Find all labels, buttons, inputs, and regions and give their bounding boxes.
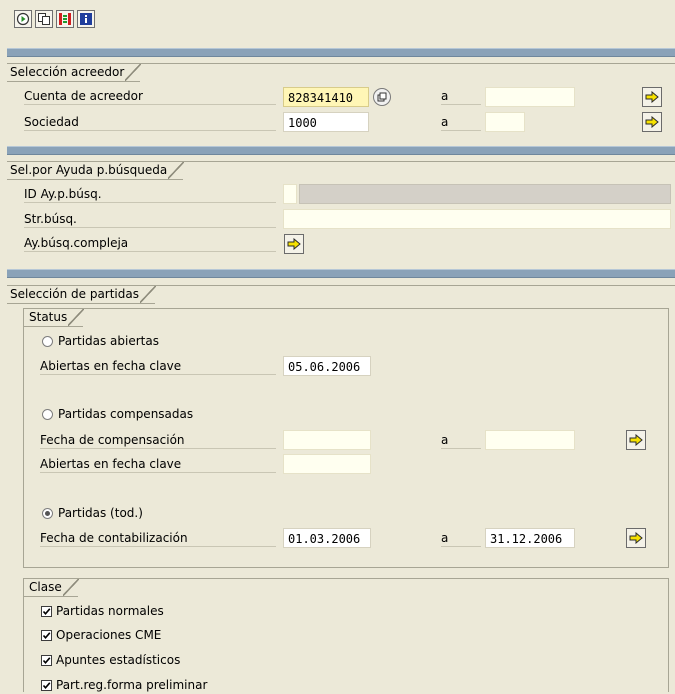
- posting-date-to-input[interactable]: 31.12.2006: [485, 528, 575, 548]
- multiple-selection-button[interactable]: [626, 430, 646, 450]
- search-help-id-input[interactable]: [283, 184, 297, 204]
- arrow-right-icon: [629, 434, 643, 446]
- status-box-title: Status: [24, 309, 85, 327]
- clearing-date-to-input[interactable]: [485, 430, 575, 450]
- parked-items-label: Part.reg.forma preliminar: [56, 678, 208, 692]
- checkmark-icon: [42, 657, 51, 665]
- multiple-selection-button[interactable]: [642, 112, 662, 132]
- search-help-description-field: [299, 184, 671, 204]
- company-to-label: a: [441, 113, 481, 131]
- execute-icon: [16, 12, 30, 26]
- normal-items-checkbox[interactable]: [41, 606, 52, 617]
- section-separator: [7, 269, 675, 278]
- arrow-right-icon: [645, 116, 659, 128]
- open-key-date-label: Abiertas en fecha clave: [40, 357, 276, 375]
- posting-date-to-label: a: [441, 529, 481, 547]
- arrow-right-icon: [629, 532, 643, 544]
- info-button[interactable]: [77, 10, 95, 28]
- vendor-account-from-input[interactable]: 828341410: [283, 87, 369, 107]
- open-items-radio[interactable]: [42, 336, 53, 347]
- clearing-date-from-input[interactable]: [283, 430, 371, 450]
- arrow-right-icon: [287, 238, 301, 250]
- search-help-id-label: ID Ay.p.búsq.: [24, 185, 276, 203]
- posting-date-from-input[interactable]: 01.03.2006: [283, 528, 371, 548]
- company-code-label: Sociedad: [24, 113, 276, 131]
- multiple-selection-button[interactable]: [626, 528, 646, 548]
- value-help-icon: [377, 92, 387, 102]
- vendor-account-to-input[interactable]: [485, 87, 575, 107]
- info-icon: [80, 13, 92, 25]
- account-to-label: a: [441, 87, 481, 105]
- complex-search-help-label: Ay.búsq.compleja: [24, 234, 276, 252]
- statistical-items-checkbox[interactable]: [41, 655, 52, 666]
- multiple-selection-button[interactable]: [642, 87, 662, 107]
- clearing-date-label: Fecha de compensación: [40, 431, 276, 449]
- open-key-date-input[interactable]: 05.06.2006: [283, 356, 371, 376]
- complex-search-help-button[interactable]: [284, 234, 304, 254]
- selection-options-button[interactable]: [56, 10, 74, 28]
- cleared-items-label: Partidas compensadas: [58, 407, 194, 421]
- checkmark-icon: [42, 682, 51, 690]
- parked-items-checkbox[interactable]: [41, 680, 52, 691]
- checkmark-icon: [42, 608, 51, 616]
- company-code-to-input[interactable]: [485, 112, 525, 132]
- normal-items-label: Partidas normales: [56, 604, 164, 618]
- value-help-button[interactable]: [373, 88, 391, 106]
- arrow-right-icon: [645, 91, 659, 103]
- group-title: Sel.por Ayuda p.búsqueda: [7, 162, 185, 180]
- statistical-items-label: Apuntes estadísticos: [56, 653, 181, 667]
- special-gl-label: Operaciones CME: [56, 628, 162, 642]
- execute-button[interactable]: [14, 10, 32, 28]
- vendor-account-label: Cuenta de acreedor: [24, 87, 276, 105]
- search-string-label: Str.búsq.: [24, 210, 276, 228]
- cleared-key-date-input[interactable]: [283, 454, 371, 474]
- cleared-items-radio[interactable]: [42, 409, 53, 420]
- posting-date-label: Fecha de contabilización: [40, 529, 276, 547]
- search-string-input[interactable]: [283, 209, 671, 229]
- copy-icon: [38, 13, 50, 25]
- clearing-date-to-label: a: [441, 431, 481, 449]
- group-title: Selección acreedor: [7, 64, 142, 82]
- cleared-key-date-label: Abiertas en fecha clave: [40, 455, 276, 473]
- all-items-radio[interactable]: [42, 508, 53, 519]
- company-code-from-input[interactable]: 1000: [283, 112, 369, 132]
- special-gl-checkbox[interactable]: [41, 630, 52, 641]
- all-items-label: Partidas (tod.): [58, 506, 143, 520]
- checkmark-icon: [42, 632, 51, 640]
- selection-options-icon: [59, 13, 71, 25]
- item-type-box-title: Clase: [24, 579, 79, 597]
- section-separator: [7, 146, 675, 155]
- open-items-label: Partidas abiertas: [58, 334, 159, 348]
- copy-variant-button[interactable]: [35, 10, 53, 28]
- section-separator: [7, 48, 675, 57]
- group-title: Selección de partidas: [7, 286, 156, 304]
